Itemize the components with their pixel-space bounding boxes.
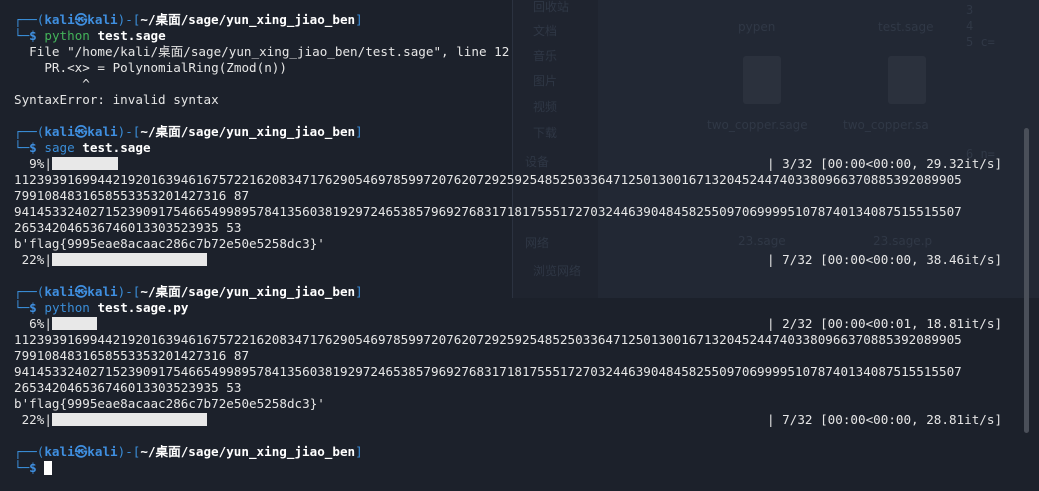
progress-bar [51,413,207,426]
input-line[interactable]: └─$ [14,460,1019,476]
output-line: File "/home/kali/桌面/sage/yun_xing_jiao_b… [14,44,510,59]
prompt-line: ┌──(kali㉿kali)-[~/桌面/sage/yun_xing_jiao_… [14,284,363,299]
output-line: 7991084831658553353201427316 87 [14,348,250,363]
output-line: 7991084831658553353201427316 87 [14,188,250,203]
prompt-line: ┌──(kali㉿kali)-[~/桌面/sage/yun_xing_jiao_… [14,444,363,459]
progress-bar [51,253,207,266]
flag-line: b'flag{9995eae8acaac286c7b72e50e5258dc3}… [14,236,325,251]
output-line: 9414533240271523909175466549989578413560… [14,204,962,219]
progress-bar [51,157,118,170]
progress-line: 22%| | 7/32 [00:00<00:00, 38.46it/s] [14,252,1019,268]
progress-line: 6%| | 2/32 [00:00<00:01, 18.81it/s] [14,316,1019,332]
command-line: └─$ sage test.sage [14,140,151,155]
progress-stats: | 7/32 [00:00<00:00, 28.81it/s] [767,412,1003,427]
output-line: PR.<x> = PolynomialRing(Zmod(n)) [14,60,287,75]
terminal-scrollbar[interactable] [1024,128,1029,433]
output-line: 265342046536746013303523935 53 [14,220,242,235]
flag-line: b'flag{9995eae8acaac286c7b72e50e5258dc3}… [14,396,325,411]
progress-percent: 9%| [14,156,52,171]
progress-bar [51,317,97,330]
prompt-line: ┌──(kali㉿kali)-[~/桌面/sage/yun_xing_jiao_… [14,124,363,139]
progress-line: 22%| | 7/32 [00:00<00:00, 28.81it/s] [14,412,1019,428]
prompt-line: ┌──(kali㉿kali)-[~/桌面/sage/yun_xing_jiao_… [14,12,363,27]
progress-stats: | 7/32 [00:00<00:00, 38.46it/s] [767,252,1003,267]
error-line: SyntaxError: invalid syntax [14,92,219,107]
bg-sidebar-item: 回收站 [533,0,570,14]
progress-percent: 22%| [14,412,52,427]
output-line: 265342046536746013303523935 53 [14,380,242,395]
output-line: 1123939169944219201639461675722162083471… [14,332,962,347]
text-cursor [44,461,53,475]
output-line: ^ [14,76,90,91]
output-line: 9414533240271523909175466549989578413560… [14,364,962,379]
progress-percent: 6%| [14,316,52,331]
command-line: └─$ python test.sage [14,28,166,43]
progress-stats: | 3/32 [00:00<00:00, 29.32it/s] [767,156,1003,171]
command-line: └─$ python test.sage.py [14,300,189,315]
terminal-output[interactable]: ┌──(kali㉿kali)-[~/桌面/sage/yun_xing_jiao_… [14,12,1019,476]
progress-percent: 22%| [14,252,52,267]
progress-line: 9%| | 3/32 [00:00<00:00, 29.32it/s] [14,156,1019,172]
progress-stats: | 2/32 [00:00<00:01, 18.81it/s] [767,316,1003,331]
output-line: 1123939169944219201639461675722162083471… [14,172,962,187]
